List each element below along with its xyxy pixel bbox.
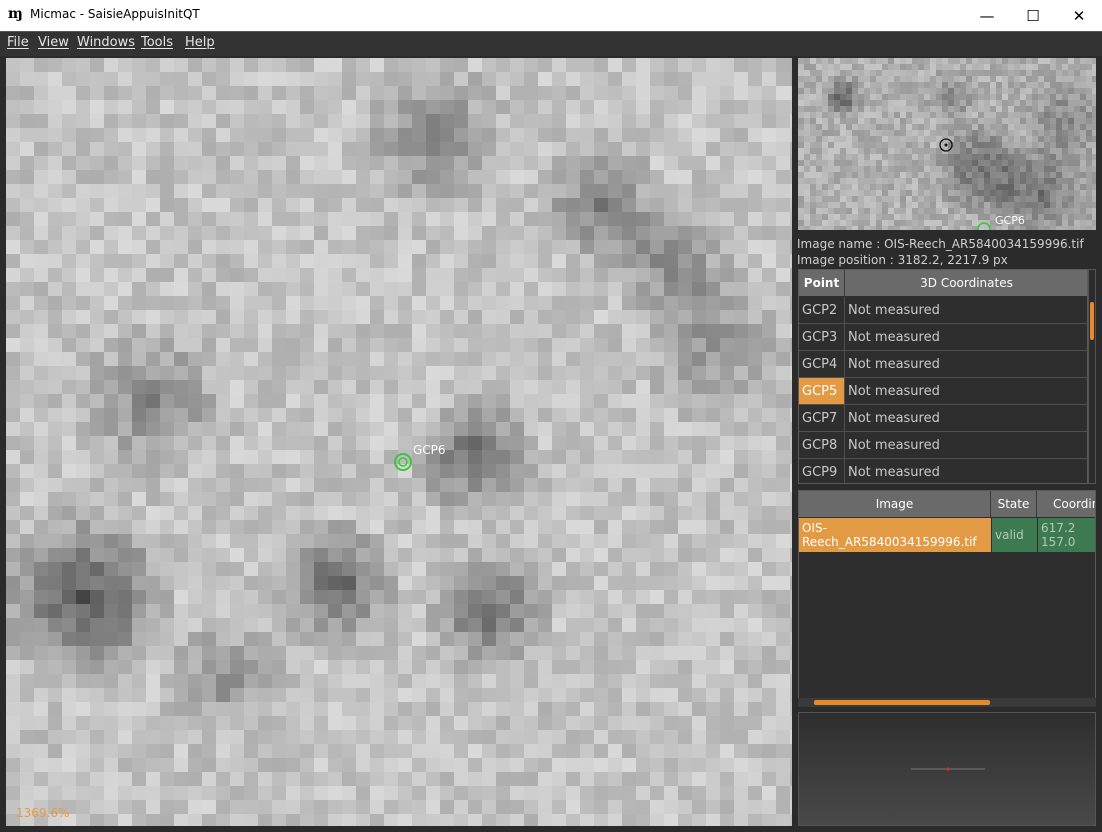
col-header-coordinates[interactable]: Coordin bbox=[1037, 491, 1095, 517]
table-row[interactable]: GCP3 Not measured bbox=[799, 324, 1087, 351]
zoom-level: 1369.6% bbox=[16, 806, 70, 820]
micmac-logo-icon: ɱ bbox=[8, 6, 23, 22]
col-header-3d-coordinates[interactable]: 3D Coordinates bbox=[845, 270, 1087, 296]
points-table-scrollbar[interactable] bbox=[1088, 269, 1096, 484]
table-row[interactable]: GCP9 Not measured bbox=[799, 459, 1087, 483]
menu-tools[interactable]: Tools bbox=[141, 35, 173, 50]
table-row[interactable]: OIS-Reech_AR5840034159996.tif valid 617.… bbox=[799, 518, 1095, 552]
close-button[interactable]: ✕ bbox=[1056, 0, 1102, 31]
3d-view[interactable] bbox=[798, 712, 1096, 826]
overview-preview[interactable]: GCP6 bbox=[798, 58, 1096, 230]
point-coords: Not measured bbox=[848, 302, 940, 318]
scrollbar-thumb[interactable] bbox=[814, 700, 990, 705]
coord-y: 157.0 bbox=[1041, 535, 1076, 549]
menu-view[interactable]: View bbox=[38, 35, 69, 50]
col-header-point[interactable]: Point bbox=[799, 270, 845, 296]
col-header-state[interactable]: State bbox=[991, 491, 1037, 517]
pixel-image bbox=[6, 58, 792, 826]
window-title: Micmac - SaisieAppuisInitQT bbox=[30, 7, 200, 21]
point-coords: Not measured bbox=[848, 329, 940, 345]
gcp-marker-icon bbox=[977, 222, 991, 230]
menu-windows[interactable]: Windows bbox=[77, 35, 135, 50]
gcp-marker-label: GCP6 bbox=[413, 443, 446, 457]
image-state: valid bbox=[991, 518, 1037, 552]
image-coordinates: 617.2 157.0 bbox=[1037, 518, 1095, 552]
table-row[interactable]: GCP2 Not measured bbox=[799, 297, 1087, 324]
overview-marker-label: GCP6 bbox=[995, 214, 1025, 227]
point-name: GCP2 bbox=[799, 297, 845, 323]
image-position-label: Image position : 3182.2, 2217.9 px bbox=[797, 253, 1008, 267]
point-name: GCP3 bbox=[799, 324, 845, 350]
col-header-image[interactable]: Image bbox=[799, 491, 991, 517]
point-name: GCP8 bbox=[799, 432, 845, 458]
menu-help[interactable]: Help bbox=[185, 35, 215, 50]
point-name: GCP7 bbox=[799, 405, 845, 431]
images-table: Image State Coordin OIS-Reech_AR58400341… bbox=[798, 490, 1096, 707]
table-row[interactable]: GCP7 Not measured bbox=[799, 405, 1087, 432]
target-icon bbox=[939, 138, 953, 152]
minimize-button[interactable]: — bbox=[964, 0, 1010, 31]
gcp-marker-icon[interactable] bbox=[393, 452, 413, 472]
image-name-label: Image name : OIS-Reech_AR5840034159996.t… bbox=[797, 237, 1084, 251]
point-coords: Not measured bbox=[848, 410, 940, 426]
menu-bar: File View Windows Tools Help bbox=[0, 31, 1102, 56]
image-filename: OIS-Reech_AR5840034159996.tif bbox=[799, 518, 991, 552]
point-name: GCP9 bbox=[799, 459, 845, 483]
table-row-selected[interactable]: GCP5 Not measured bbox=[799, 378, 1087, 405]
menu-file[interactable]: File bbox=[7, 35, 29, 50]
points-table: Point 3D Coordinates GCP2 Not measured G… bbox=[798, 269, 1088, 484]
point-name: GCP4 bbox=[799, 351, 845, 377]
table-row[interactable]: GCP4 Not measured bbox=[799, 351, 1087, 378]
coord-x: 617.2 bbox=[1041, 521, 1076, 535]
point-coords: Not measured bbox=[848, 464, 940, 480]
point-coords: Not measured bbox=[848, 356, 940, 372]
maximize-button[interactable]: ☐ bbox=[1010, 0, 1056, 31]
scrollbar-thumb[interactable] bbox=[1090, 302, 1094, 340]
table-row[interactable]: GCP8 Not measured bbox=[799, 432, 1087, 459]
point-coords: Not measured bbox=[848, 383, 940, 399]
point-name: GCP5 bbox=[799, 378, 845, 404]
images-table-h-scrollbar[interactable] bbox=[798, 698, 1096, 707]
title-bar: ɱ Micmac - SaisieAppuisInitQT — ☐ ✕ bbox=[0, 0, 1102, 31]
3d-axis-icon bbox=[911, 767, 985, 771]
point-coords: Not measured bbox=[848, 437, 940, 453]
image-viewer[interactable]: GCP6 1369.6% bbox=[6, 58, 792, 826]
